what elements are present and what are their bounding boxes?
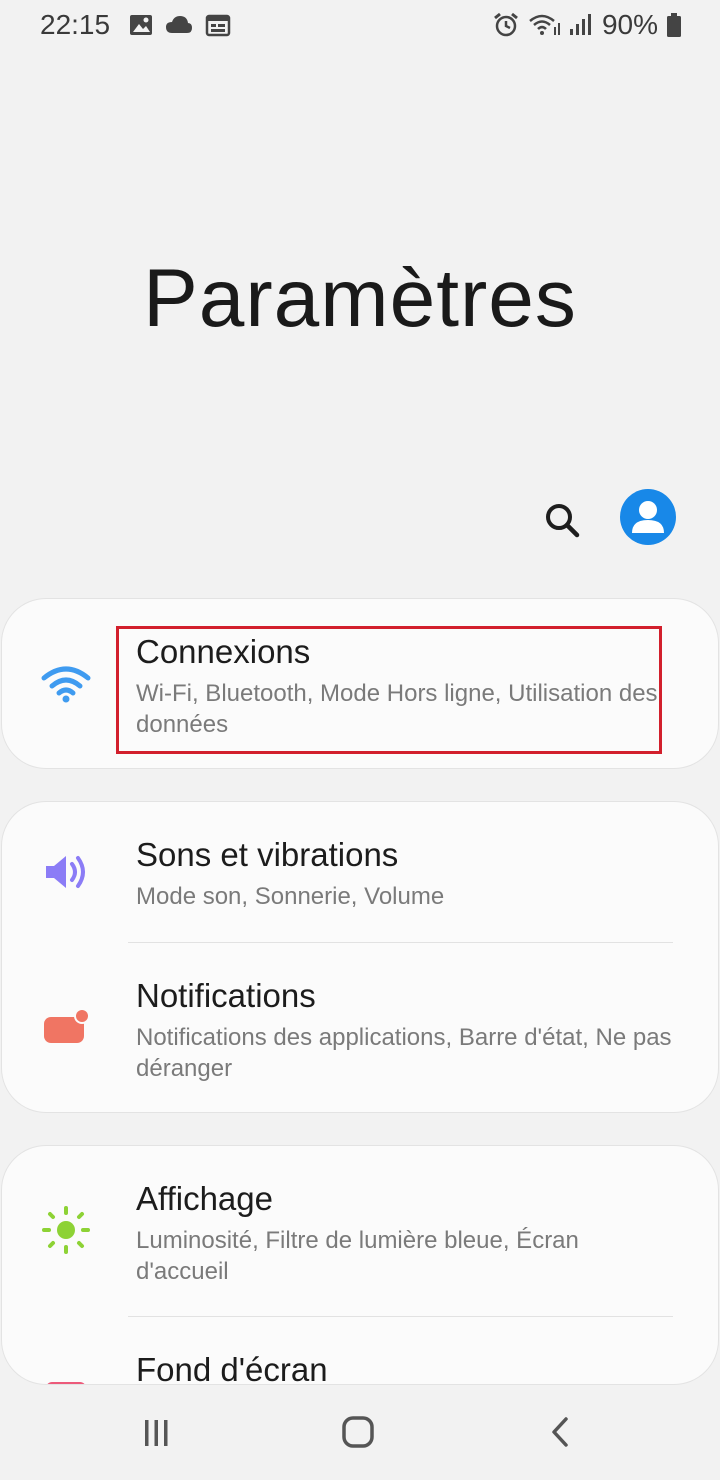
notification-icon	[44, 1008, 90, 1043]
home-icon	[342, 1416, 374, 1448]
search-icon	[546, 504, 580, 538]
settings-item-subtitle: Notifications des applications, Barre d'…	[136, 1024, 672, 1082]
settings-card-display: Affichage Luminosité, Filtre de lumière …	[2, 1146, 718, 1384]
highlight-box	[116, 626, 662, 754]
alarm-icon	[494, 12, 518, 37]
status-bar: 22:15 90%	[0, 0, 720, 52]
settings-item-title: Notifications	[136, 977, 316, 1014]
recent-apps-icon	[145, 1420, 168, 1446]
settings-item-title: Sons et vibrations	[136, 836, 399, 873]
status-time: 22:15	[40, 9, 111, 40]
settings-card-sounds-notifications: Sons et vibrations Mode son, Sonnerie, V…	[2, 802, 718, 1112]
back-icon	[552, 1417, 568, 1447]
battery-percent: 90%	[601, 9, 658, 40]
status-notification-icons	[128, 12, 232, 38]
settings-item-subtitle: Mode son, Sonnerie, Volume	[136, 883, 445, 910]
wifi-icon	[41, 666, 91, 703]
avatar-icon	[632, 501, 664, 533]
wifi-status-icon	[529, 14, 560, 35]
wallpaper-icon	[47, 1382, 85, 1384]
sound-icon	[46, 856, 85, 888]
status-system-icons: 90%	[492, 9, 682, 41]
settings-item-sounds[interactable]: Sons et vibrations Mode son, Sonnerie, V…	[2, 802, 718, 942]
recent-apps-button[interactable]	[126, 1408, 186, 1458]
calendar-icon	[205, 14, 231, 37]
settings-item-display[interactable]: Affichage Luminosité, Filtre de lumière …	[2, 1146, 718, 1316]
cloud-icon	[166, 16, 192, 33]
battery-icon	[667, 13, 681, 37]
back-button[interactable]	[530, 1408, 590, 1458]
navigation-bar	[0, 1386, 720, 1480]
settings-item-wallpaper[interactable]: Fond d'écran	[2, 1317, 718, 1384]
home-button[interactable]	[328, 1408, 388, 1458]
signal-icon	[569, 14, 591, 35]
settings-item-title: Fond d'écran	[136, 1351, 328, 1384]
page-title: Paramètres	[143, 253, 577, 344]
settings-item-title: Affichage	[136, 1180, 273, 1217]
brightness-icon	[42, 1206, 90, 1254]
search-button[interactable]	[538, 496, 586, 544]
settings-item-subtitle: Luminosité, Filtre de lumière bleue, Écr…	[136, 1227, 579, 1285]
settings-item-notifications[interactable]: Notifications Notifications des applicat…	[2, 943, 718, 1112]
gallery-icon	[130, 15, 152, 35]
account-avatar-button[interactable]	[620, 489, 676, 545]
